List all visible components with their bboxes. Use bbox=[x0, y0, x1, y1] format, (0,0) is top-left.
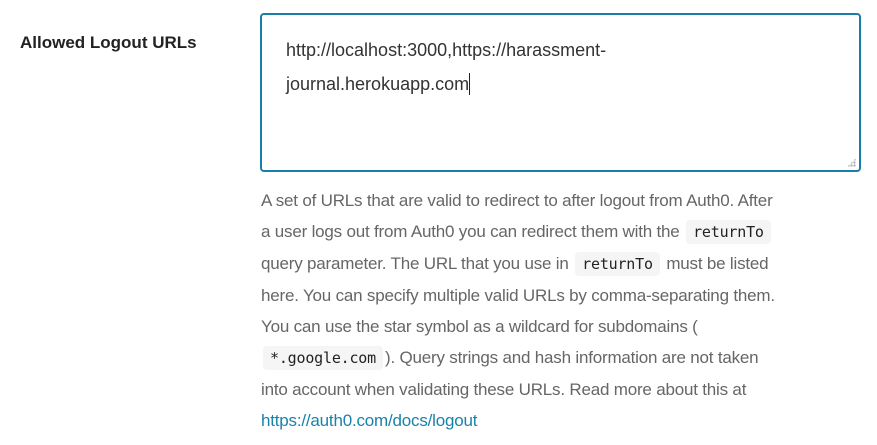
resize-grip-icon[interactable] bbox=[847, 158, 856, 167]
help-line: must be listed bbox=[661, 254, 769, 273]
allowed-logout-urls-label: Allowed Logout URLs bbox=[20, 33, 197, 52]
help-line: ). Query strings and hash information ar… bbox=[384, 348, 759, 367]
allowed-logout-urls-textarea[interactable]: http://localhost:3000,https://harassment… bbox=[260, 13, 861, 172]
code-wildcard-example: *.google.com bbox=[263, 346, 383, 370]
help-line: query parameter. The URL that you use in bbox=[261, 254, 574, 273]
code-return-to: returnTo bbox=[575, 252, 660, 276]
help-line: here. You can specify multiple valid URL… bbox=[261, 286, 775, 305]
help-line: You can use the star symbol as a wildcar… bbox=[261, 317, 698, 336]
value-line-1: http://localhost:3000,https://harassment… bbox=[286, 40, 607, 60]
text-caret bbox=[469, 73, 471, 95]
value-line-2: journal.herokuapp.com bbox=[286, 74, 470, 94]
help-line: into account when validating these URLs.… bbox=[261, 380, 747, 399]
code-return-to: returnTo bbox=[686, 220, 771, 244]
help-line: a user logs out from Auth0 you can redir… bbox=[261, 222, 685, 241]
logout-docs-link[interactable]: https://auth0.com/docs/logout bbox=[261, 411, 477, 430]
textarea-value[interactable]: http://localhost:3000,https://harassment… bbox=[286, 33, 846, 101]
help-line: A set of URLs that are valid to redirect… bbox=[261, 191, 773, 210]
help-text: A set of URLs that are valid to redirect… bbox=[261, 185, 871, 436]
